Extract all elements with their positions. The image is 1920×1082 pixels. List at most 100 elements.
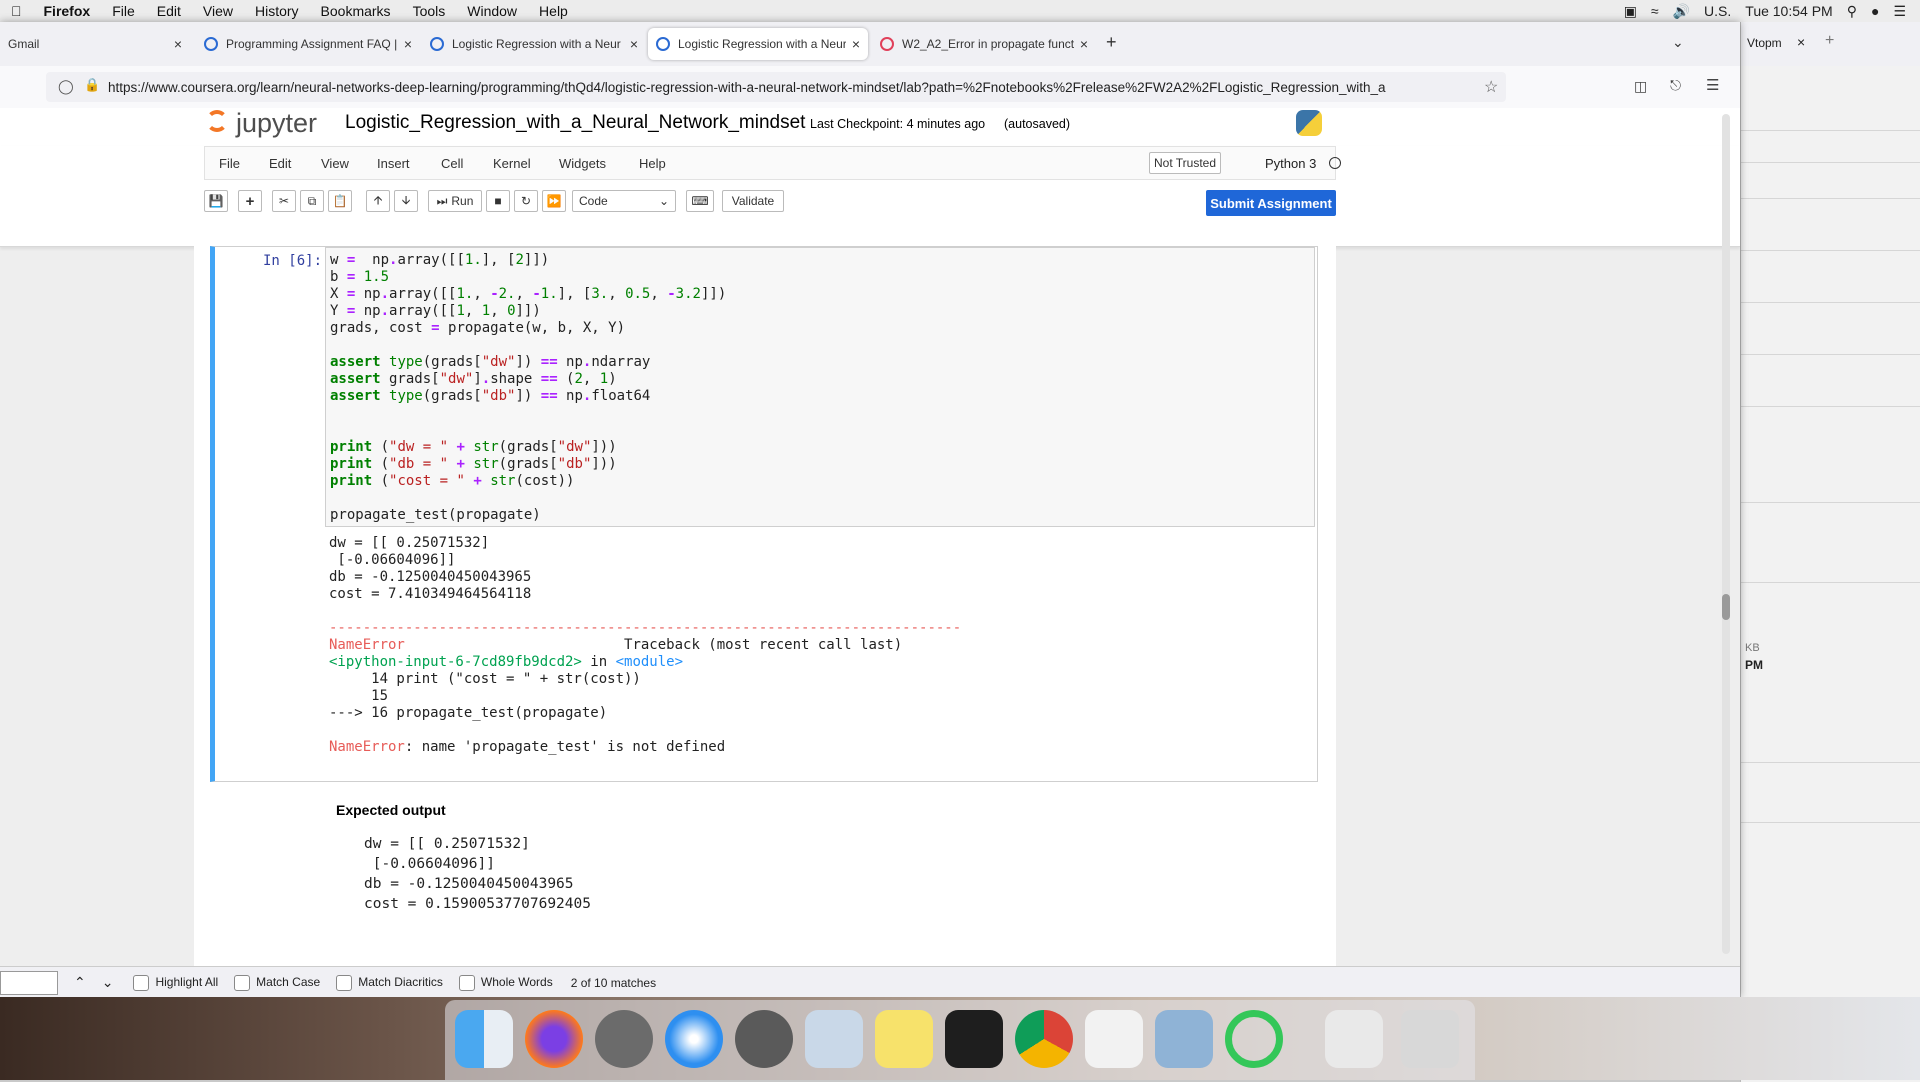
menubar-edit[interactable]: Edit [146, 3, 192, 19]
list-tabs-chevron-down-icon[interactable]: ⌄ [1672, 34, 1684, 51]
menu-kernel[interactable]: Kernel [493, 156, 531, 171]
menu-edit[interactable]: Edit [269, 156, 291, 171]
downloads-stack-icon[interactable] [1325, 1010, 1383, 1068]
restart-run-all-icon[interactable]: ⏩ [542, 190, 566, 212]
jupyter-logo-icon[interactable] [206, 110, 228, 132]
notebook-title[interactable]: Logistic_Regression_with_a_Neural_Networ… [345, 112, 805, 134]
move-up-icon[interactable]: 🡩 [366, 190, 390, 212]
trash-icon[interactable] [1401, 1010, 1459, 1068]
bg-window-tab-title[interactable]: Vtopm [1747, 36, 1782, 50]
firefox-icon[interactable] [525, 1010, 583, 1068]
bg-window-new-tab-icon[interactable]: + [1825, 32, 1834, 50]
run-button[interactable]: ⏭ Run [428, 190, 482, 212]
submit-assignment-button[interactable]: Submit Assignment [1206, 190, 1336, 216]
match-case-checkbox[interactable]: Match Case [234, 974, 320, 991]
tab-w2a2-error[interactable]: W2_A2_Error in propagate funct × [872, 28, 1096, 60]
restart-icon[interactable]: ↻ [514, 190, 538, 212]
page-scrollbar[interactable] [1722, 114, 1730, 954]
menubar-tools[interactable]: Tools [402, 3, 457, 19]
screen-mirror-icon[interactable]: ▣ [1624, 3, 1637, 20]
trust-button[interactable]: Not Trusted [1149, 152, 1221, 174]
close-icon[interactable]: × [852, 36, 860, 52]
close-icon[interactable]: × [1080, 36, 1088, 52]
preview-icon[interactable] [1155, 1010, 1213, 1068]
bookmark-star-icon[interactable]: ☆ [1484, 77, 1498, 97]
tab-logistic-active[interactable]: Logistic Regression with a Neur × [648, 28, 868, 60]
command-palette-keyboard-icon[interactable]: ⌨ [686, 190, 714, 212]
safari-icon[interactable] [665, 1010, 723, 1068]
volume-icon[interactable]: 🔊 [1673, 3, 1690, 20]
code-editor[interactable]: w = np.array([[1.], [2]]) b = 1.5 X = np… [325, 247, 1315, 527]
menubar-window[interactable]: Window [456, 3, 528, 19]
code-cell-selected[interactable]: In [6]: w = np.array([[1.], [2]]) b = 1.… [210, 246, 1318, 782]
terminal-icon[interactable] [945, 1010, 1003, 1068]
expected-output-cell[interactable]: Expected output dw = [[ 0.25071532] [-0.… [336, 802, 1296, 914]
tracking-shield-icon[interactable]: ◯ [58, 78, 74, 95]
menu-view[interactable]: View [321, 156, 349, 171]
activity-ring-icon[interactable] [1225, 1010, 1283, 1068]
notes-icon[interactable] [875, 1010, 933, 1068]
clock[interactable]: Tue 10:54 PM [1745, 3, 1832, 19]
menubar-file[interactable]: File [101, 3, 146, 19]
close-icon[interactable]: × [174, 36, 182, 52]
save-icon[interactable]: 💾 [204, 190, 228, 212]
match-diacritics-checkbox[interactable]: Match Diacritics [336, 974, 443, 991]
menubar-history[interactable]: History [244, 3, 310, 19]
textedit-icon[interactable] [1085, 1010, 1143, 1068]
page-scrollbar-thumb[interactable] [1722, 594, 1730, 620]
tab-faq[interactable]: Programming Assignment FAQ | × [196, 28, 420, 60]
menu-cell[interactable]: Cell [441, 156, 463, 171]
menubar-bookmarks[interactable]: Bookmarks [310, 3, 402, 19]
extensions-icon[interactable]: ⎋ [1670, 77, 1681, 94]
menu-help[interactable]: Help [639, 156, 666, 171]
system-preferences-icon[interactable] [735, 1010, 793, 1068]
chrome-icon[interactable] [1015, 1010, 1073, 1068]
validate-button[interactable]: Validate [722, 190, 784, 212]
move-down-icon[interactable]: 🡫 [394, 190, 418, 212]
apple-icon[interactable]:  [0, 3, 33, 19]
input-source[interactable]: U.S. [1704, 3, 1731, 19]
bg-window-tab-close-icon[interactable]: × [1797, 34, 1805, 50]
whole-words-checkbox[interactable]: Whole Words [458, 974, 553, 991]
copy-icon[interactable]: ⧉ [300, 190, 324, 212]
url-bar[interactable]: ◯ 🔒 https://www.coursera.org/learn/neura… [46, 72, 1506, 102]
launchpad-icon[interactable] [595, 1010, 653, 1068]
tab-gmail[interactable]: Gmail × [0, 28, 190, 60]
tab-logistic-1[interactable]: Logistic Regression with a Neur × [422, 28, 646, 60]
siri-icon[interactable]: ● [1871, 3, 1879, 19]
lock-icon[interactable]: 🔒 [84, 77, 100, 93]
menubar-app-name[interactable]: Firefox [33, 3, 102, 19]
step-forward-icon: ⏭ [436, 193, 448, 208]
spotlight-icon[interactable]: ⚲ [1847, 3, 1857, 20]
menubar-view[interactable]: View [192, 3, 244, 19]
menubar-help[interactable]: Help [528, 3, 579, 19]
cell-type-select[interactable]: Code ⌄ [572, 190, 676, 212]
interrupt-stop-icon[interactable]: ■ [486, 190, 510, 212]
navigation-bar: ◯ 🔒 https://www.coursera.org/learn/neura… [0, 66, 1740, 109]
pocket-icon[interactable]: ◫ [1634, 78, 1647, 95]
cut-icon[interactable]: ✂ [272, 190, 296, 212]
new-tab-icon[interactable]: + [1106, 32, 1117, 53]
wifi-icon[interactable]: ≈ [1651, 3, 1659, 19]
url-text[interactable]: https://www.coursera.org/learn/neural-ne… [46, 80, 1478, 95]
find-previous-icon[interactable]: ⌃ [74, 974, 86, 991]
menu-file[interactable]: File [219, 156, 240, 171]
finder-icon[interactable] [455, 1010, 513, 1068]
checkbox-box [458, 974, 475, 991]
hamburger-menu-icon[interactable]: ☰ [1706, 76, 1719, 94]
insert-cell-plus-icon[interactable]: + [238, 190, 262, 212]
menu-insert[interactable]: Insert [377, 156, 410, 171]
control-center-icon[interactable]: ☰ [1893, 3, 1906, 20]
checkbox-box [133, 974, 150, 991]
find-next-icon[interactable]: ⌄ [102, 974, 114, 991]
jupyter-logo-text[interactable]: jupyter [236, 108, 317, 139]
paste-icon[interactable]: 📋 [328, 190, 352, 212]
highlight-all-checkbox[interactable]: Highlight All [133, 974, 218, 991]
close-icon[interactable]: × [630, 36, 638, 52]
find-input[interactable] [0, 970, 58, 995]
kernel-name[interactable]: Python 3 [1265, 156, 1316, 171]
mail-icon[interactable] [805, 1010, 863, 1068]
close-icon[interactable]: × [404, 36, 412, 52]
menu-widgets[interactable]: Widgets [559, 156, 606, 171]
traceback-location: <ipython-input-6-7cd89fb9dcd2> in <modul… [329, 654, 1309, 671]
